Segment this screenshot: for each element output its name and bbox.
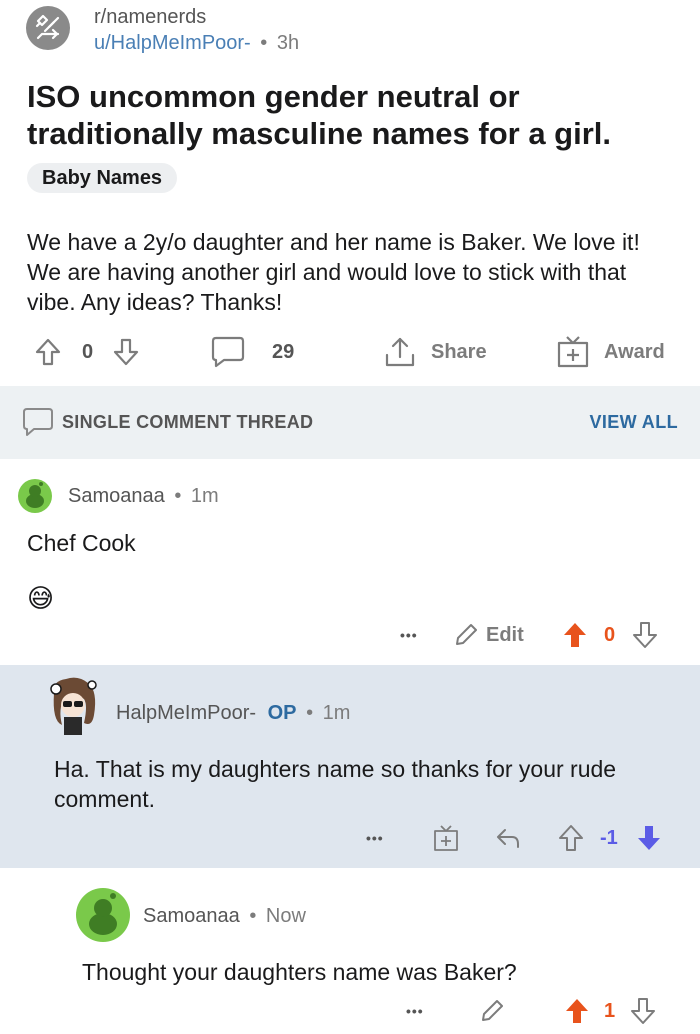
award-label: Award — [604, 340, 665, 363]
downvote-button[interactable] — [112, 333, 140, 371]
sweat-smile-emoji: 😅 — [27, 583, 55, 613]
downvote-arrow-icon — [631, 998, 655, 1024]
upvote-button[interactable] — [558, 821, 584, 855]
pencil-icon — [35, 14, 60, 40]
post-header: r/namenerds u/HalpMeImPoor- • 3h — [26, 6, 686, 56]
comment-text: Thought your daughters name was Baker? — [82, 959, 517, 985]
more-options-button[interactable]: ••• — [406, 994, 424, 1028]
post-age: 3h — [276, 32, 300, 54]
downvote-button[interactable] — [632, 618, 658, 652]
snoo-icon — [26, 482, 44, 508]
avatar[interactable] — [44, 675, 102, 739]
comment-author[interactable]: HalpMeImPoor- — [116, 702, 256, 724]
pencil-icon — [456, 624, 477, 645]
comment-age: 1m — [322, 702, 351, 724]
award-button[interactable]: Award — [556, 333, 665, 371]
snoo-icon — [89, 893, 117, 935]
upvote-button[interactable] — [34, 333, 62, 371]
avatar[interactable] — [18, 479, 52, 513]
upvote-arrow-icon — [559, 825, 583, 851]
single-comment-thread-bar: SINGLE COMMENT THREAD VIEW ALL — [0, 386, 700, 459]
downvote-arrow-icon — [633, 622, 657, 648]
view-all-button[interactable]: VIEW ALL — [589, 412, 678, 433]
downvote-button[interactable] — [636, 821, 662, 855]
comment-actions: ••• Edit 0 — [390, 618, 690, 652]
comment-author-line: Samoanaa • Now — [143, 905, 306, 928]
award-gift-icon — [434, 825, 458, 851]
comment-bubble-icon — [23, 408, 53, 436]
comment-author-line: HalpMeImPoor- OP • 1m — [116, 702, 350, 725]
downvote-arrow-icon — [113, 338, 139, 366]
share-label: Share — [431, 340, 487, 363]
thread-label: SINGLE COMMENT THREAD — [62, 411, 314, 432]
comment-vote-count: 1 — [604, 999, 616, 1022]
comment-vote-count: 0 — [604, 623, 616, 646]
more-options-button[interactable]: ••• — [400, 618, 418, 652]
comment-age: Now — [265, 905, 306, 927]
avatar[interactable] — [76, 888, 130, 942]
comments-button[interactable]: 29 — [210, 333, 294, 371]
comment-author[interactable]: Samoanaa — [68, 485, 165, 507]
share-button[interactable]: Share — [383, 333, 487, 371]
comment-actions: ••• 1 — [390, 994, 690, 1028]
comment-text: Chef Cook — [27, 530, 136, 556]
thread-label-group: SINGLE COMMENT THREAD — [22, 406, 313, 438]
post-meta: u/HalpMeImPoor- • 3h — [94, 32, 299, 55]
edit-label: Edit — [486, 623, 524, 646]
post-flair[interactable]: Baby Names — [27, 163, 178, 193]
edit-button[interactable] — [478, 994, 506, 1028]
comment: Samoanaa • 1m Chef Cook 😅 ••• Edit 0 — [0, 459, 700, 665]
comment-author-line: Samoanaa • 1m — [68, 485, 219, 508]
reply-arrow-icon — [497, 829, 519, 848]
comment-author[interactable]: Samoanaa — [143, 905, 240, 927]
subreddit-name[interactable]: r/namenerds — [94, 6, 206, 29]
subreddit-icon[interactable] — [26, 6, 70, 50]
downvote-arrow-filled-icon — [638, 826, 660, 850]
post-actions: 0 29 Share Award — [30, 333, 690, 371]
upvote-button[interactable] — [562, 618, 588, 652]
more-options-button[interactable]: ••• — [366, 821, 384, 855]
op-tag: OP — [267, 702, 297, 724]
comment-reply: Samoanaa • Now Thought your daughters na… — [0, 868, 700, 1034]
upvote-arrow-filled-icon — [566, 999, 588, 1023]
upvote-arrow-filled-icon — [564, 623, 586, 647]
pencil-icon — [482, 1000, 503, 1021]
comment-vote-count: -1 — [600, 826, 618, 849]
upvote-button[interactable] — [564, 994, 590, 1028]
meta-separator: • — [174, 485, 182, 507]
comment-bubble-icon — [211, 336, 245, 368]
comment-age: 1m — [190, 485, 219, 507]
share-icon — [385, 337, 415, 367]
comment-actions: ••• -1 — [360, 821, 690, 855]
meta-separator: • — [306, 702, 314, 724]
reply-button[interactable] — [494, 821, 522, 855]
post-body: We have a 2y/o daughter and her name is … — [27, 229, 640, 315]
post-title[interactable]: ISO uncommon gender neutral or tradition… — [27, 78, 667, 152]
edit-button[interactable]: Edit — [452, 618, 524, 652]
comment-text: Ha. That is my daughters name so thanks … — [54, 756, 617, 812]
comment-count: 29 — [272, 340, 295, 363]
downvote-button[interactable] — [630, 994, 656, 1028]
award-button[interactable] — [432, 821, 460, 855]
award-gift-icon — [557, 336, 589, 368]
upvote-arrow-icon — [35, 338, 61, 366]
comment-op: HalpMeImPoor- OP • 1m Ha. That is my dau… — [0, 665, 700, 868]
post-author[interactable]: u/HalpMeImPoor- — [94, 32, 251, 54]
meta-separator: • — [249, 905, 257, 927]
post-vote-count: 0 — [82, 340, 94, 363]
meta-separator: • — [260, 32, 268, 54]
avatar-character-icon — [50, 677, 97, 735]
